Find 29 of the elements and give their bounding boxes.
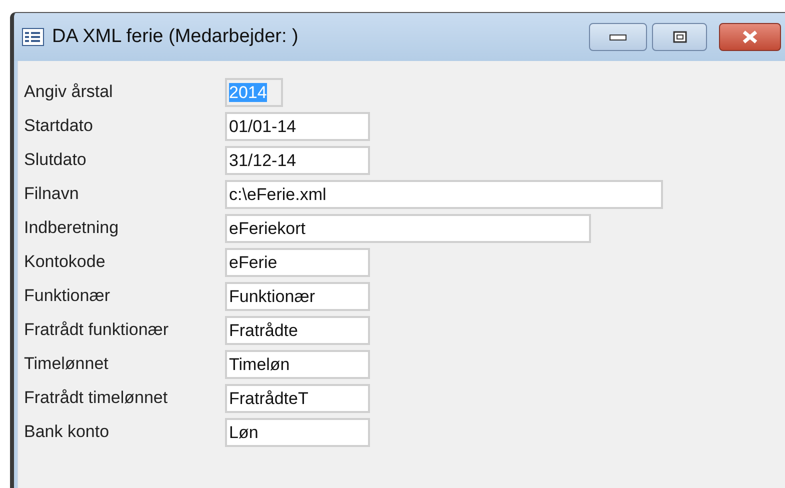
field-label: Funktionær bbox=[24, 285, 111, 308]
input-field[interactable]: Timeløn bbox=[225, 350, 370, 378]
maximize-button[interactable] bbox=[652, 23, 707, 51]
field-label: Indberetning bbox=[24, 217, 120, 240]
input-field[interactable]: 01/01-14 bbox=[225, 112, 370, 140]
input-field[interactable]: c:\eFerie.xml bbox=[225, 180, 663, 208]
maximize-icon bbox=[672, 31, 686, 43]
field-label: Fratrådt funktionær bbox=[24, 319, 170, 342]
input-field[interactable]: FratrådteT bbox=[225, 384, 370, 412]
window-title: DA XML ferie (Medarbejder: ) bbox=[52, 24, 300, 49]
field-label: Bank konto bbox=[24, 421, 110, 444]
input-field[interactable]: 31/12-14 bbox=[225, 146, 370, 174]
field-label: Timelønnet bbox=[24, 353, 110, 376]
field-label: Fratrådt timelønnet bbox=[24, 387, 169, 410]
minimize-icon bbox=[609, 33, 627, 41]
close-icon bbox=[740, 30, 760, 44]
field-label: Filnavn bbox=[24, 183, 80, 206]
field-label: Kontokode bbox=[24, 251, 106, 274]
minimize-button[interactable] bbox=[589, 23, 647, 51]
input-field[interactable]: Funktionær bbox=[225, 282, 370, 310]
field-label: Startdato bbox=[24, 115, 94, 138]
field-label: Slutdato bbox=[24, 149, 88, 172]
input-field[interactable]: Løn bbox=[225, 418, 370, 446]
input-field[interactable]: Fratrådte bbox=[225, 316, 370, 344]
close-button[interactable] bbox=[719, 23, 781, 51]
input-field[interactable]: eFerie bbox=[225, 248, 370, 276]
field-label: Angiv årstal bbox=[24, 81, 114, 104]
input-field[interactable]: eFeriekort bbox=[225, 214, 591, 242]
window-icon bbox=[22, 28, 44, 46]
